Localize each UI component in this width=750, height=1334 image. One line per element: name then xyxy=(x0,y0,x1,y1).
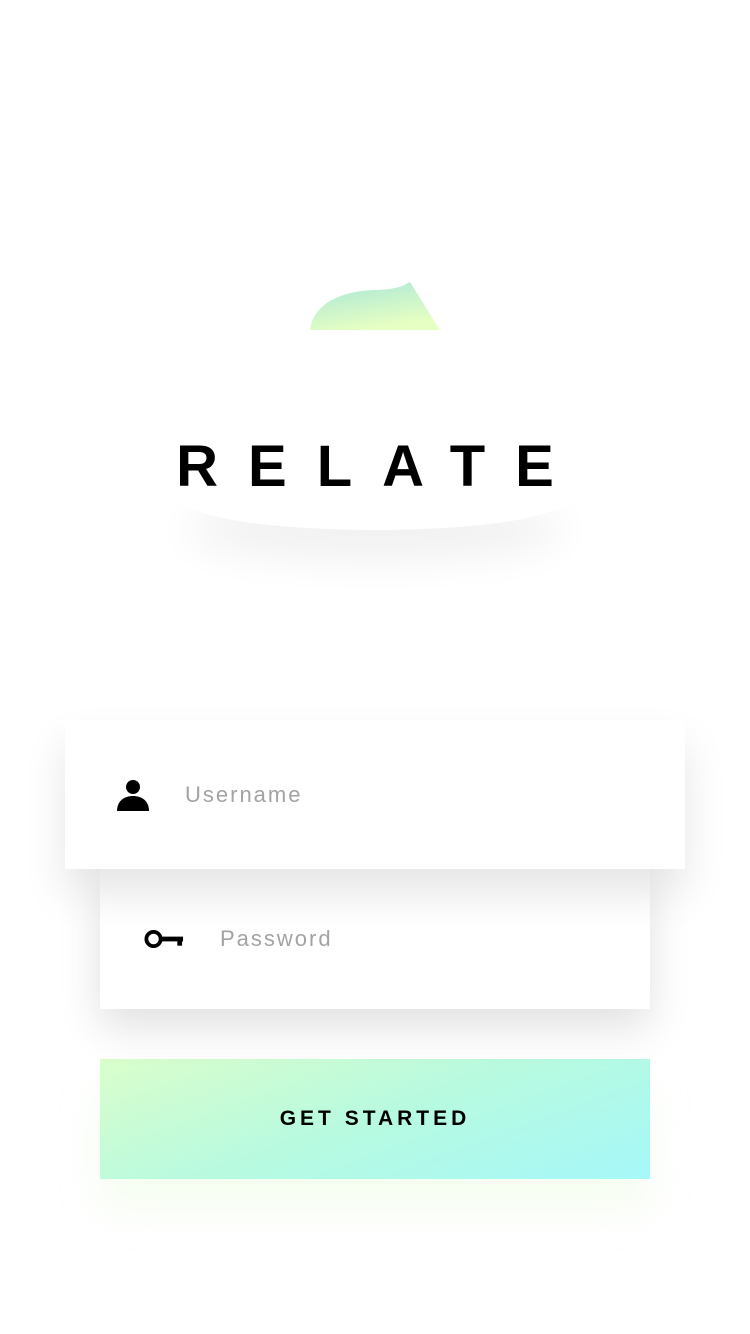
password-field[interactable] xyxy=(100,869,650,1009)
get-started-button[interactable]: GET STARTED xyxy=(100,1059,650,1179)
key-icon xyxy=(144,919,184,959)
user-icon xyxy=(113,775,153,815)
app-title: RELATE xyxy=(176,434,584,499)
login-screen: RELATE GET STARTED xyxy=(0,0,750,1334)
username-field[interactable] xyxy=(65,720,685,869)
username-input[interactable] xyxy=(185,774,565,815)
leaf-wave-logo-icon xyxy=(310,282,440,330)
password-input[interactable] xyxy=(220,919,600,959)
